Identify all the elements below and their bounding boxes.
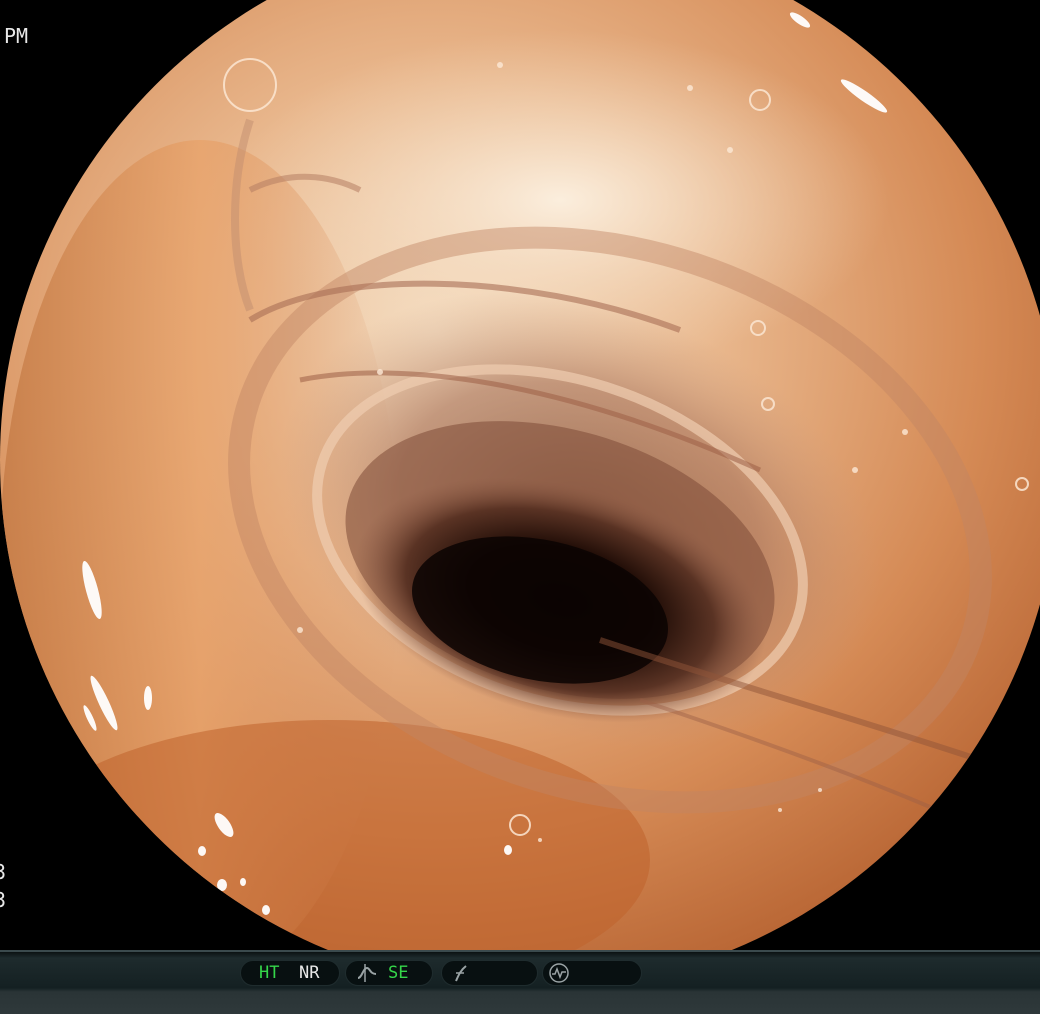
indicator-group-se: SE: [345, 960, 433, 986]
status-bar: HT NR SE: [0, 950, 1040, 1014]
indicator-nr: NR: [299, 963, 320, 983]
brightness-curve-icon: [356, 962, 378, 989]
side-info-line-1: 3: [0, 860, 7, 884]
enhance-icon: [450, 962, 472, 989]
waveform-icon: [548, 962, 570, 989]
indicator-ht: HT: [259, 963, 280, 983]
clock-suffix: PM: [4, 24, 29, 48]
endoscope-monitor: PM 3 3 HT NR SE: [0, 0, 1040, 1014]
side-info-line-2: 3: [0, 888, 7, 912]
indicator-se: SE: [388, 963, 409, 983]
waveform-setting-slot: [542, 960, 642, 986]
colon-lumen-view: [0, 0, 1040, 950]
indicator-group-ht-nr: HT NR: [240, 960, 340, 986]
endoscopic-image: [0, 0, 1040, 950]
enhance-setting-slot: [441, 960, 538, 986]
